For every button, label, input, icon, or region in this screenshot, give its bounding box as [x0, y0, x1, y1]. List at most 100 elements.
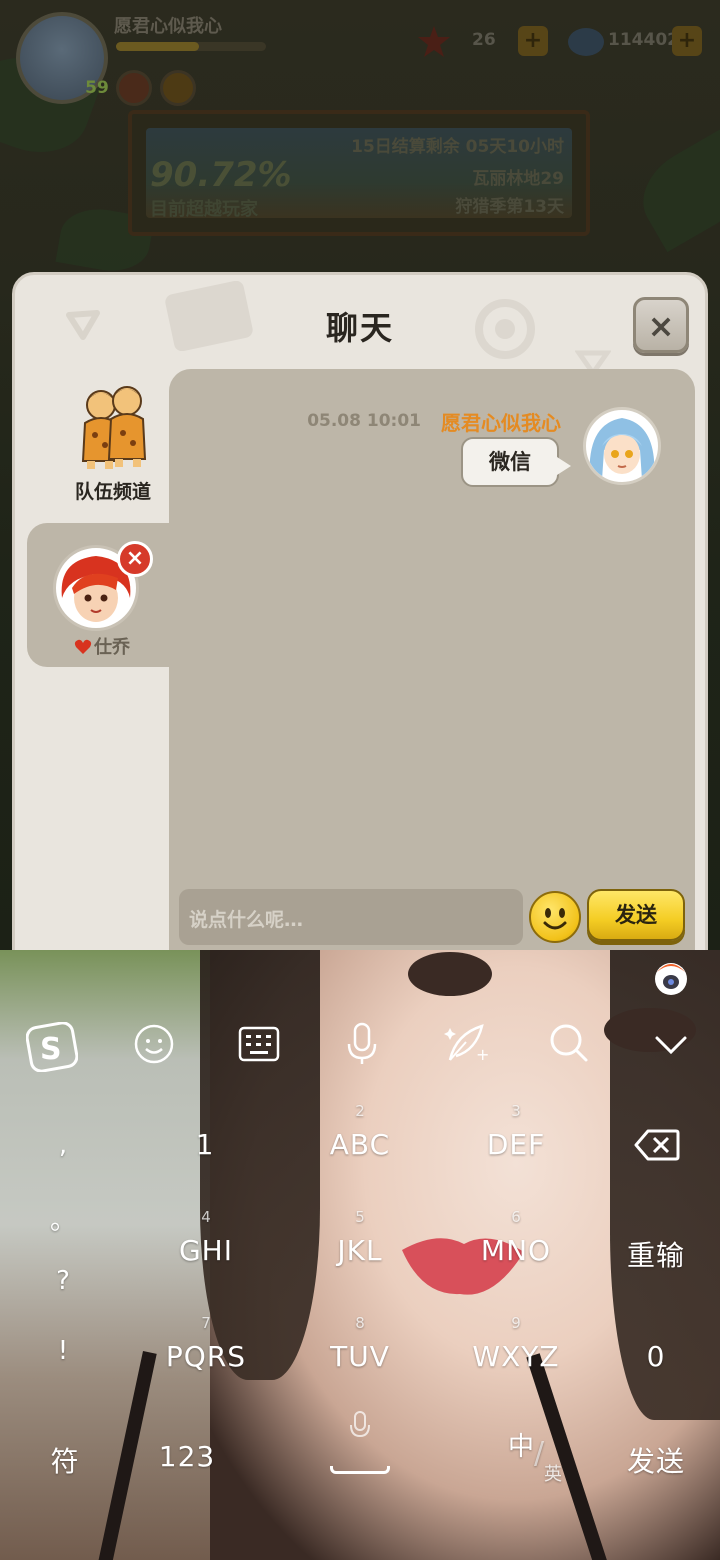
keyboard-switch-icon[interactable] — [238, 1024, 280, 1068]
key-number-hint: 9 — [511, 1314, 521, 1332]
language-en-label: 英 — [544, 1464, 562, 1485]
message-bubble[interactable]: 微信 — [461, 437, 571, 487]
microphone-icon[interactable] — [344, 1022, 380, 1070]
season-map-text: 瓦丽林地29 — [472, 169, 564, 189]
chat-title: 聊天 — [325, 309, 394, 347]
key-label: 1 — [195, 1128, 215, 1161]
chat-input-placeholder: 说点什么呢… — [189, 909, 304, 931]
season-percent: 90.72% — [150, 155, 292, 195]
bubble-tail — [557, 457, 571, 475]
close-button[interactable]: × — [633, 297, 689, 353]
search-icon[interactable] — [548, 1022, 590, 1068]
season-percent-caption: 目前超越玩家 — [150, 199, 258, 220]
key-number-hint: 4 — [201, 1208, 211, 1226]
punctuation-key-question[interactable]: ? — [48, 1266, 78, 1296]
key-label: DEF — [486, 1128, 546, 1161]
key-number-hint: 2 — [355, 1102, 365, 1120]
key-number-hint: 3 — [511, 1102, 521, 1120]
key-8-tuv[interactable]: 8 TUV — [300, 1314, 420, 1373]
team-channel-label: 队伍频道 — [74, 481, 151, 503]
microphone-icon — [350, 1411, 370, 1438]
close-icon: × — [647, 307, 675, 345]
mascot-icon[interactable] — [652, 958, 690, 1000]
team-channel-tab[interactable]: 队伍频道 — [43, 383, 183, 503]
key-label: 发送 — [626, 1445, 685, 1478]
season-end-text: 15日结算剩余 05天10小时 — [351, 137, 564, 157]
message-sender: 愿君心似我心 — [441, 411, 561, 435]
key-2-abc[interactable]: 2 ABC — [300, 1102, 420, 1161]
key-1[interactable]: 1 — [150, 1128, 260, 1161]
key-3-def[interactable]: 3 DEF — [456, 1102, 576, 1161]
keyboard-send-key[interactable]: 发送 — [614, 1440, 698, 1480]
chat-input[interactable]: 说点什么呢… — [179, 889, 523, 945]
key-4-ghi[interactable]: 4 GHI — [146, 1208, 266, 1267]
smiley-icon — [543, 908, 567, 930]
key-number-hint: 7 — [201, 1314, 211, 1332]
buff-badge[interactable] — [160, 70, 196, 106]
sender-portrait-icon — [589, 418, 655, 480]
shell-count: 114402 — [608, 30, 679, 50]
heart-icon — [74, 639, 92, 654]
key-label: 重输 — [626, 1239, 685, 1272]
key-5-jkl[interactable]: 5 JKL — [300, 1208, 420, 1267]
message-time: 05.08 10:01 — [307, 411, 421, 431]
space-bar-icon — [330, 1466, 390, 1474]
key-number-hint: 8 — [355, 1314, 365, 1332]
contact-name: 仕乔 — [94, 637, 130, 658]
team-icon — [81, 386, 147, 469]
key-label: GHI — [178, 1234, 233, 1267]
buff-badge[interactable] — [116, 70, 152, 106]
key-label: WXYZ — [472, 1340, 560, 1373]
key-7-pqrs[interactable]: 7 PQRS — [146, 1314, 266, 1373]
key-label: 符 — [50, 1445, 80, 1478]
handwriting-icon[interactable]: + — [442, 1020, 490, 1070]
collapse-keyboard-icon[interactable] — [654, 1034, 688, 1060]
key-label: 123 — [158, 1440, 216, 1473]
key-9-wxyz[interactable]: 9 WXYZ — [450, 1314, 582, 1373]
emoji-button[interactable] — [529, 891, 581, 943]
language-switch-key[interactable]: 中 / 英 — [500, 1426, 580, 1496]
sogou-logo-icon[interactable]: S — [25, 1021, 79, 1076]
key-label: JKL — [337, 1234, 383, 1267]
key-6-mno[interactable]: 6 MNO — [456, 1208, 576, 1267]
shell-icon — [568, 28, 604, 56]
message-list[interactable]: 05.08 10:01 愿君心似我心 微信 — [169, 369, 695, 969]
key-number-hint: 6 — [511, 1208, 521, 1226]
remove-conversation-button[interactable]: × — [117, 541, 153, 577]
leaf-decoration — [627, 127, 720, 253]
player-xp-bar — [116, 42, 266, 51]
language-zh-label: 中 — [508, 1432, 535, 1462]
punctuation-key-comma[interactable]: , — [48, 1130, 78, 1160]
svg-text:S: S — [40, 1032, 62, 1067]
add-star-button[interactable]: + — [518, 26, 548, 56]
key-number-hint: 5 — [355, 1208, 365, 1226]
sender-avatar[interactable] — [583, 407, 661, 485]
player-level: 59 — [85, 78, 109, 98]
keyboard: S + , 。 ? ! 1 2 ABC 3 DEF 4 GHI 5 JKL 6 … — [0, 950, 720, 1560]
player-name: 愿君心似我心 — [114, 16, 222, 37]
add-shell-button[interactable]: + — [672, 26, 702, 56]
key-0[interactable]: 0 — [624, 1340, 688, 1373]
key-label: 0 — [646, 1340, 666, 1373]
star-count: 26 — [472, 30, 496, 50]
numeric-key[interactable]: 123 — [140, 1440, 234, 1473]
message-text: 微信 — [489, 450, 531, 474]
punctuation-key-period[interactable]: 。 — [48, 1200, 78, 1237]
punctuation-key-exclaim[interactable]: ! — [48, 1336, 78, 1366]
space-key[interactable] — [330, 1404, 390, 1474]
key-label: PQRS — [165, 1340, 247, 1373]
svg-text:+: + — [476, 1045, 489, 1064]
key-label: ABC — [329, 1128, 391, 1161]
emoji-icon[interactable] — [132, 1022, 176, 1070]
language-divider: / — [534, 1436, 545, 1471]
symbol-key[interactable]: 符 — [30, 1440, 100, 1480]
star-icon — [418, 26, 450, 57]
season-day-text: 狩猎季第13天 — [455, 197, 564, 217]
key-label: MNO — [480, 1234, 552, 1267]
contact-name-row: 仕乔 — [27, 633, 177, 659]
key-label: TUV — [330, 1340, 390, 1373]
backspace-icon[interactable] — [634, 1128, 680, 1166]
send-button[interactable]: 发送 — [587, 889, 685, 941]
reenter-key[interactable]: 重输 — [614, 1234, 698, 1274]
conversation-item[interactable]: × 仕乔 — [27, 523, 177, 667]
